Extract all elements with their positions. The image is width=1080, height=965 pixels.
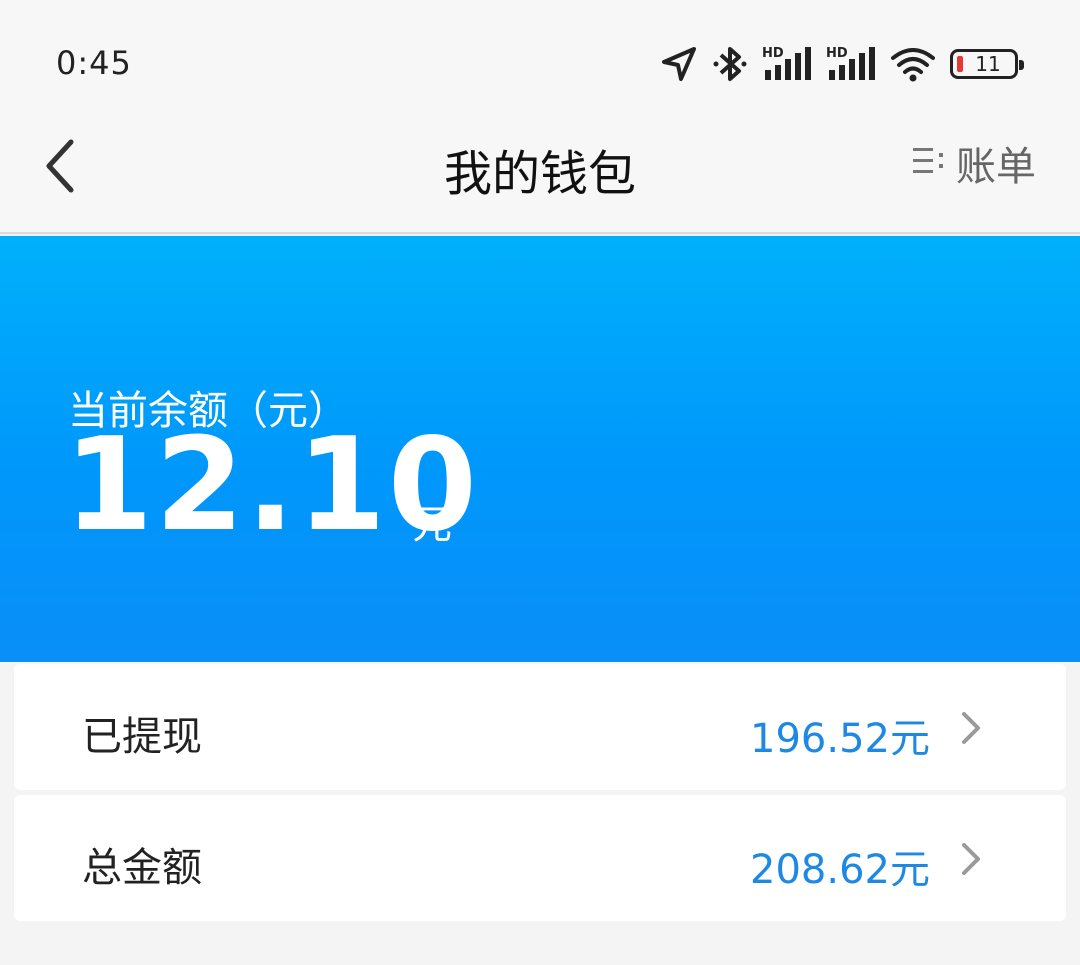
location-arrow-icon bbox=[660, 45, 698, 83]
total-amount-value: 208.62元 bbox=[750, 847, 930, 893]
bluetooth-icon bbox=[712, 44, 748, 84]
total-amount-label: 总金额 bbox=[82, 845, 202, 891]
balance-panel: 当前余额（元） 12.10 元 bbox=[0, 236, 1080, 662]
hd-badge: HD bbox=[762, 46, 784, 61]
chevron-right-icon bbox=[956, 839, 986, 879]
withdrawn-value: 196.52元 bbox=[750, 716, 930, 762]
total-amount-row[interactable]: 总金额 208.62元 bbox=[14, 795, 1066, 921]
bill-label: 账单 bbox=[956, 144, 1036, 190]
balance-unit: 元 bbox=[412, 502, 452, 548]
withdrawn-row[interactable]: 已提现 196.52元 bbox=[14, 664, 1066, 790]
hd-badge: HD bbox=[826, 46, 848, 61]
hd-signal-icon: HD bbox=[762, 44, 812, 84]
hd-signal-icon: HD bbox=[826, 44, 876, 84]
chevron-right-icon bbox=[956, 708, 986, 748]
status-icons: HD HD 11 bbox=[660, 42, 1024, 86]
battery-percent: 11 bbox=[975, 52, 1001, 76]
list-icon bbox=[912, 144, 946, 182]
battery-icon: 11 bbox=[950, 49, 1024, 79]
status-time: 0:45 bbox=[56, 44, 132, 82]
nav-bar: 我的钱包 账单 bbox=[0, 120, 1080, 234]
wifi-icon bbox=[890, 44, 936, 84]
status-bar: 0:45 HD HD 11 bbox=[0, 0, 1080, 120]
bill-button[interactable]: 账单 bbox=[912, 138, 1036, 190]
withdrawn-label: 已提现 bbox=[82, 714, 202, 760]
